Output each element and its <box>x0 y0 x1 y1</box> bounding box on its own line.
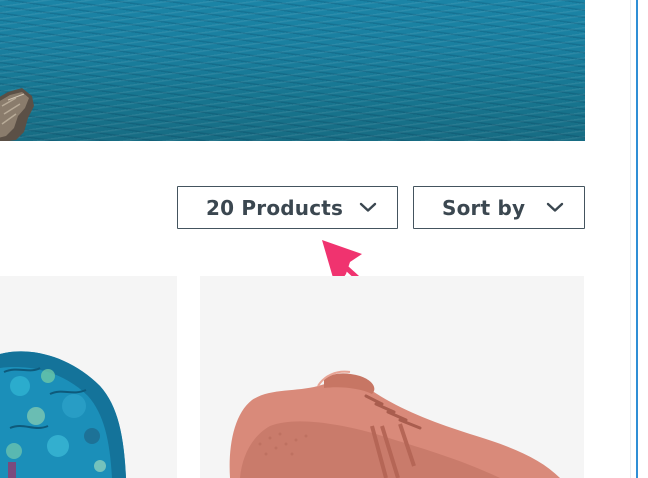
frame-border-outer <box>636 0 638 478</box>
page: 20 Products Sort by <box>0 0 648 478</box>
product-card-sneaker[interactable] <box>200 276 584 478</box>
sort-by-dropdown[interactable]: Sort by <box>413 186 585 229</box>
sort-by-label: Sort by <box>442 195 526 220</box>
pink-sneaker-image <box>229 370 561 478</box>
driftwood-rock <box>0 88 34 141</box>
patterned-backpack-image <box>0 351 126 478</box>
frame-border-inner <box>630 0 631 478</box>
hero-banner-image <box>0 0 585 141</box>
products-count-dropdown[interactable]: 20 Products <box>177 186 398 229</box>
chevron-down-icon <box>546 202 564 212</box>
products-count-label: 20 Products <box>206 195 344 220</box>
chevron-down-icon <box>359 202 377 212</box>
product-card-backpack[interactable] <box>0 276 177 478</box>
